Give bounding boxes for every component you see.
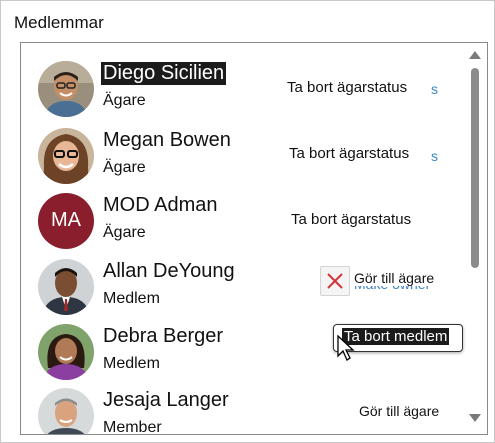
chevron-down-icon[interactable] <box>469 414 481 422</box>
chevron-up-icon[interactable] <box>469 51 481 59</box>
member-list[interactable]: Diego Sicilien Ägare Ta bort ägarstatus … <box>20 42 488 435</box>
link-fragment: s <box>431 81 438 97</box>
member-role: Medlem <box>103 355 160 372</box>
section-title: Medlemmar <box>14 13 104 32</box>
member-name: MOD Adman <box>103 194 218 216</box>
remove-owner-button[interactable]: Ta bort ägarstatus <box>287 79 407 96</box>
avatar <box>38 128 94 184</box>
member-name: Jesaja Langer <box>103 389 229 411</box>
link-fragment: s <box>431 148 438 164</box>
member-name: Megan Bowen <box>103 129 231 151</box>
member-role: Member <box>103 419 162 435</box>
close-icon <box>327 273 343 289</box>
member-role: Ägare <box>103 159 146 176</box>
member-row-jesaja[interactable]: Jesaja Langer Member Gör till ägare <box>21 383 461 435</box>
member-role: Ägare <box>103 224 146 241</box>
make-owner-button[interactable]: Gör till ägare <box>359 403 439 419</box>
avatar-initials: MA <box>51 209 81 231</box>
member-name: Diego Sicilien <box>101 62 227 85</box>
member-row-diego[interactable]: Diego Sicilien Ägare Ta bort ägarstatus … <box>21 56 461 122</box>
remove-member-button[interactable] <box>320 266 350 296</box>
avatar <box>38 61 94 117</box>
remove-owner-button[interactable]: Ta bort ägarstatus <box>291 211 411 228</box>
remove-owner-button[interactable]: Ta bort ägarstatus <box>289 145 409 162</box>
member-row-allan[interactable]: Allan DeYoung Medlem Make owner Gör till… <box>21 254 461 320</box>
scroll-thumb[interactable] <box>471 68 479 268</box>
avatar <box>38 388 94 434</box>
make-owner-button[interactable]: Gör till ägare <box>354 270 435 286</box>
member-role: Ägare <box>103 92 146 109</box>
avatar: MA <box>38 193 94 249</box>
avatar <box>38 324 94 380</box>
member-name: Allan DeYoung <box>103 260 235 282</box>
member-row-megan[interactable]: Megan Bowen Ägare Ta bort ägarstatus s <box>21 123 461 189</box>
pointer-icon <box>337 334 355 361</box>
member-role: Medlem <box>103 290 160 307</box>
member-name: Debra Berger <box>103 325 224 347</box>
member-row-mod[interactable]: MA MOD Adman Ägare Ta bort ägarstatus <box>21 188 461 254</box>
scrollbar[interactable] <box>464 43 486 434</box>
tooltip-text: Ta bort medlem <box>342 328 450 345</box>
avatar <box>38 259 94 315</box>
